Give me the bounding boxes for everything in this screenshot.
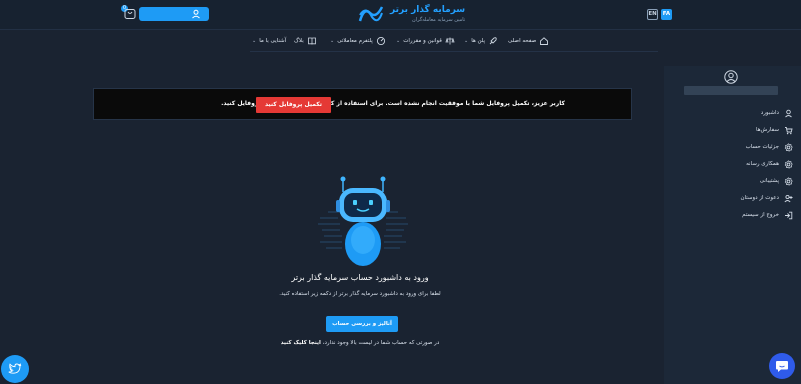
review-account-button[interactable]: آنالیز و بررسی حساب [326,316,398,332]
login-button[interactable] [139,7,209,21]
book-icon [307,37,316,45]
sidebar-item-account-details[interactable]: جزئیات حساب [746,141,793,153]
sidebar-item-media-partnership[interactable]: همکاری رسانه [746,158,793,170]
sidebar: داشبورد سفارش‌ها جزئیات حساب همکاری رسان… [664,66,801,384]
missing-account-text: در صورتی که حساب شما در لیست بالا وجود ن… [322,340,440,346]
dashboard-title: ورود به داشبورد حساب سرمایه گذار برتر [291,273,429,282]
gear-icon [784,142,793,152]
sidebar-item-logout[interactable]: خروج از سیستم [742,209,793,221]
nav-label-plans: پلن ها [471,38,486,44]
chevron-down-icon: ⌄ [464,38,469,44]
sidebar-item-label: سفارش‌ها [755,127,779,133]
user-icon [785,109,792,117]
nav-item-plans[interactable]: پلن ها ⌄ [464,33,498,49]
sidebar-username [684,86,778,95]
complete-profile-button[interactable]: تکمیل پروفایل کنید [256,97,331,113]
twitter-icon [8,363,22,374]
nav-divider [250,51,658,52]
gauge-icon [376,36,385,46]
nav-item-rules[interactable]: قوانین و مقررات ⌄ [396,33,455,49]
sidebar-item-dashboard[interactable]: داشبورد [761,107,793,119]
chat-support-button[interactable] [769,353,795,379]
top-header: سرمایه گذار برتر تامین سرمایه معامله‌گرا… [0,0,801,30]
nav-label-blog: بلاگ [294,38,304,44]
cart-icon[interactable] [124,8,136,20]
sidebar-item-invite-friends[interactable]: دعوت از دوستان [740,192,793,204]
home-icon [540,37,549,45]
logout-icon [785,211,793,219]
lang-fa-button[interactable]: FA [661,9,672,20]
sidebar-item-label: داشبورد [760,110,779,116]
robot-illustration [318,176,408,266]
twitter-button[interactable] [1,355,29,383]
sidebar-item-label: خروج از سیستم [742,212,779,218]
nav-item-platform[interactable]: پلتفرم معاملاتی ⌄ [330,33,386,49]
sidebar-item-label: پشتیبانی [759,178,779,184]
gear-icon [784,176,793,186]
rocket-icon [489,37,497,45]
nav-label-platform: پلتفرم معاملاتی [337,38,373,44]
nav-item-about[interactable]: آشنایی با ما ⌄ [252,33,286,49]
brand-logo-icon [358,6,384,22]
nav-item-blog[interactable]: بلاگ [294,33,317,49]
dashboard-subtitle: لطفا برای ورود به داشبورد سرمایه گذار بر… [279,291,441,297]
scale-icon [445,37,455,45]
cart-icon [785,126,793,134]
brand-name: سرمایه گذار برتر [390,4,466,15]
missing-account-note: در صورتی که حساب شما در لیست بالا وجود ن… [230,340,490,346]
gear-icon [784,159,793,169]
sidebar-item-orders[interactable]: سفارش‌ها [756,124,793,136]
nav-label-about: آشنایی با ما [259,38,287,44]
sidebar-item-support[interactable]: پشتیبانی [760,175,793,187]
sidebar-item-label: همکاری رسانه [746,161,779,167]
brand-tagline: تامین سرمایه معامله‌گران [412,16,466,23]
click-here-link[interactable]: اینجا کلیک کنید [281,340,321,346]
chevron-down-icon: ⌄ [396,38,401,44]
sidebar-item-label: دعوت از دوستان [740,195,779,201]
avatar-icon [724,70,738,84]
invite-icon [784,194,793,202]
chevron-down-icon: ⌄ [330,38,335,44]
lang-en-button[interactable]: EN [647,9,658,20]
nav-label-home: صفحه اصلی [508,38,537,44]
sidebar-item-label: جزئیات حساب [745,144,779,150]
brand[interactable]: سرمایه گذار برتر تامین سرمایه معامله‌گرا… [358,3,465,25]
nav-label-rules: قوانین و مقررات [403,38,442,44]
user-icon [192,9,200,19]
chevron-down-icon: ⌄ [252,38,257,44]
chat-icon [776,360,788,372]
profile-alert-banner: کاربر عزیز، تکمیل پروفایل شما با موفقیت … [93,88,632,120]
nav-item-home[interactable]: صفحه اصلی [508,33,549,49]
